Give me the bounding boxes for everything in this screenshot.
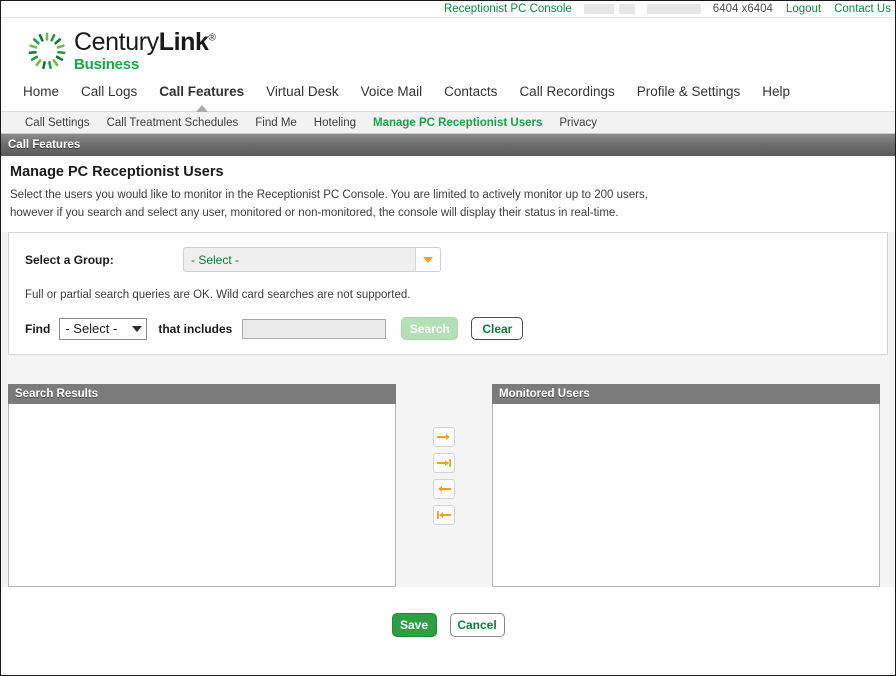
subnav-item-manage-pc-receptionist-users[interactable]: Manage PC Receptionist Users <box>373 117 542 129</box>
contact-us-link[interactable]: Contact Us <box>834 3 891 15</box>
select-group-label: Select a Group: <box>25 252 114 267</box>
brand-tagline: Business <box>74 55 140 73</box>
select-group-row: Select a Group: - Select - <box>25 247 871 272</box>
monitored-users-header: Monitored Users <box>492 384 880 404</box>
brand-name-link: Link <box>158 27 209 56</box>
find-label: Find <box>25 321 51 336</box>
save-button[interactable]: Save <box>391 613 437 637</box>
move-left-button[interactable] <box>433 479 455 499</box>
find-row: Find - Select - that includes Search Cle… <box>25 317 871 340</box>
section-header-bar: Call Features <box>1 134 895 156</box>
nav-item-help[interactable]: Help <box>762 83 790 99</box>
brand-header: CenturyLink® Business <box>1 18 895 83</box>
logout-link[interactable]: Logout <box>786 3 821 15</box>
page-description-line-1: Select the users you would like to monit… <box>10 189 648 201</box>
user-transfer-area: Search Results Monitored Users <box>8 355 888 587</box>
search-input[interactable] <box>242 318 387 339</box>
monitored-users-panel: Monitored Users <box>492 384 880 587</box>
redacted-name-block-2 <box>618 4 635 14</box>
move-all-right-button[interactable] <box>433 453 455 473</box>
group-select-chevron-down-icon[interactable] <box>415 248 440 271</box>
page-intro: Manage PC Receptionist Users Select the … <box>1 156 895 232</box>
group-select[interactable]: - Select - <box>183 247 441 272</box>
monitored-users-title: Monitored Users <box>499 388 590 400</box>
logo[interactable]: CenturyLink® Business <box>27 27 216 73</box>
redacted-name-block <box>583 4 614 14</box>
search-results-title: Search Results <box>15 388 99 400</box>
move-all-right-icon <box>437 459 451 467</box>
brand-trademark: ® <box>208 32 216 44</box>
search-hint-text: Full or partial search queries are OK. W… <box>25 289 411 301</box>
form-actions: Save Cancel <box>1 587 895 655</box>
page-title: Manage PC Receptionist Users <box>10 164 224 180</box>
find-criteria-select[interactable]: - Select - <box>59 317 148 340</box>
application-window: Receptionist PC Console 6404 x6404 Logou… <box>0 0 896 676</box>
nav-item-virtual-desk[interactable]: Virtual Desk <box>266 83 339 99</box>
account-extension: 6404 x6404 <box>712 3 773 15</box>
search-button[interactable]: Search <box>401 317 459 340</box>
content-region: Select a Group: - Select - Full or parti… <box>1 232 895 587</box>
receptionist-pc-console-link[interactable]: Receptionist PC Console <box>444 3 572 15</box>
transfer-button-group <box>396 384 492 531</box>
search-results-header: Search Results <box>8 384 396 404</box>
move-left-icon <box>438 486 451 492</box>
find-criteria-value: - Select - <box>65 321 118 336</box>
move-all-left-icon <box>437 511 451 519</box>
move-right-icon <box>437 434 450 440</box>
search-form-panel: Select a Group: - Select - Full or parti… <box>8 232 888 355</box>
cancel-button[interactable]: Cancel <box>449 613 505 637</box>
nav-item-contacts[interactable]: Contacts <box>444 83 497 99</box>
subnav-item-call-treatment-schedules[interactable]: Call Treatment Schedules <box>107 117 239 129</box>
subnav-item-hoteling[interactable]: Hoteling <box>314 117 356 129</box>
clear-button[interactable]: Clear <box>471 317 524 340</box>
sub-navigation: Call Settings Call Treatment Schedules F… <box>1 111 895 134</box>
utility-bar: Receptionist PC Console 6404 x6404 Logou… <box>1 1 895 18</box>
move-right-button[interactable] <box>433 427 455 447</box>
nav-item-home[interactable]: Home <box>23 83 59 99</box>
brand-name-century: Century <box>74 27 159 56</box>
monitored-users-list[interactable] <box>492 404 880 587</box>
nav-item-voice-mail[interactable]: Voice Mail <box>361 83 423 99</box>
nav-item-call-logs[interactable]: Call Logs <box>81 83 137 99</box>
page-description-line-2: however if you search and select any use… <box>10 207 619 219</box>
subnav-item-find-me[interactable]: Find Me <box>255 117 297 129</box>
subnav-item-call-settings[interactable]: Call Settings <box>25 117 90 129</box>
nav-item-profile-settings[interactable]: Profile & Settings <box>637 83 741 99</box>
that-includes-label: that includes <box>158 321 233 336</box>
main-navigation: Home Call Logs Call Features Virtual Des… <box>1 83 895 112</box>
search-results-list[interactable] <box>8 404 396 587</box>
nav-item-call-recordings[interactable]: Call Recordings <box>519 83 614 99</box>
nav-item-call-features[interactable]: Call Features <box>159 83 244 112</box>
centurylink-burst-icon <box>28 32 66 69</box>
brand-wordmark: CenturyLink® Business <box>74 27 216 73</box>
group-select-value: - Select - <box>191 252 240 267</box>
search-results-panel: Search Results <box>8 384 396 587</box>
move-all-left-button[interactable] <box>433 505 455 525</box>
subnav-item-privacy[interactable]: Privacy <box>559 117 597 129</box>
find-chevron-down-icon <box>132 325 143 332</box>
redacted-number-block <box>646 4 701 14</box>
section-header-title: Call Features <box>8 139 81 151</box>
